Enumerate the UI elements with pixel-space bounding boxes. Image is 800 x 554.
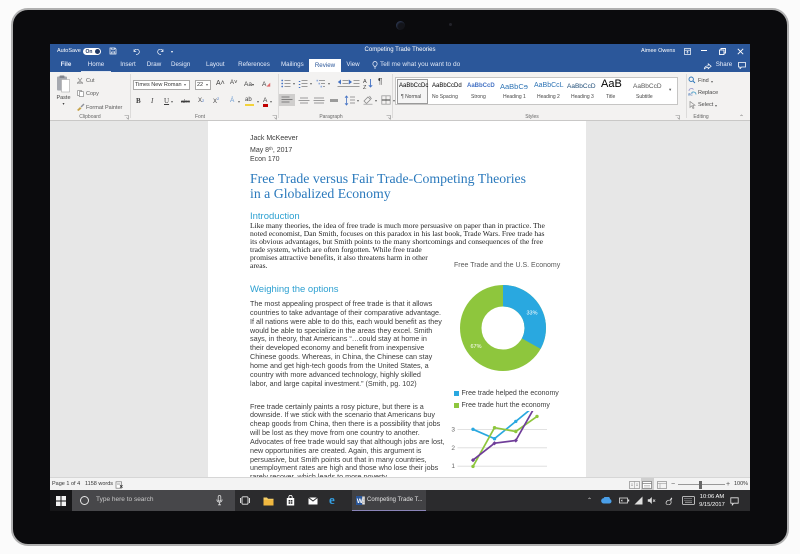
svg-text:Z: Z [363, 85, 367, 89]
svg-text:3: 3 [451, 427, 455, 434]
svg-text:2: 2 [451, 445, 455, 452]
svg-text:1: 1 [451, 463, 455, 470]
svg-text:67%: 67% [471, 344, 482, 350]
svg-text:33%: 33% [527, 310, 538, 316]
svg-text:ac: ac [688, 92, 694, 97]
